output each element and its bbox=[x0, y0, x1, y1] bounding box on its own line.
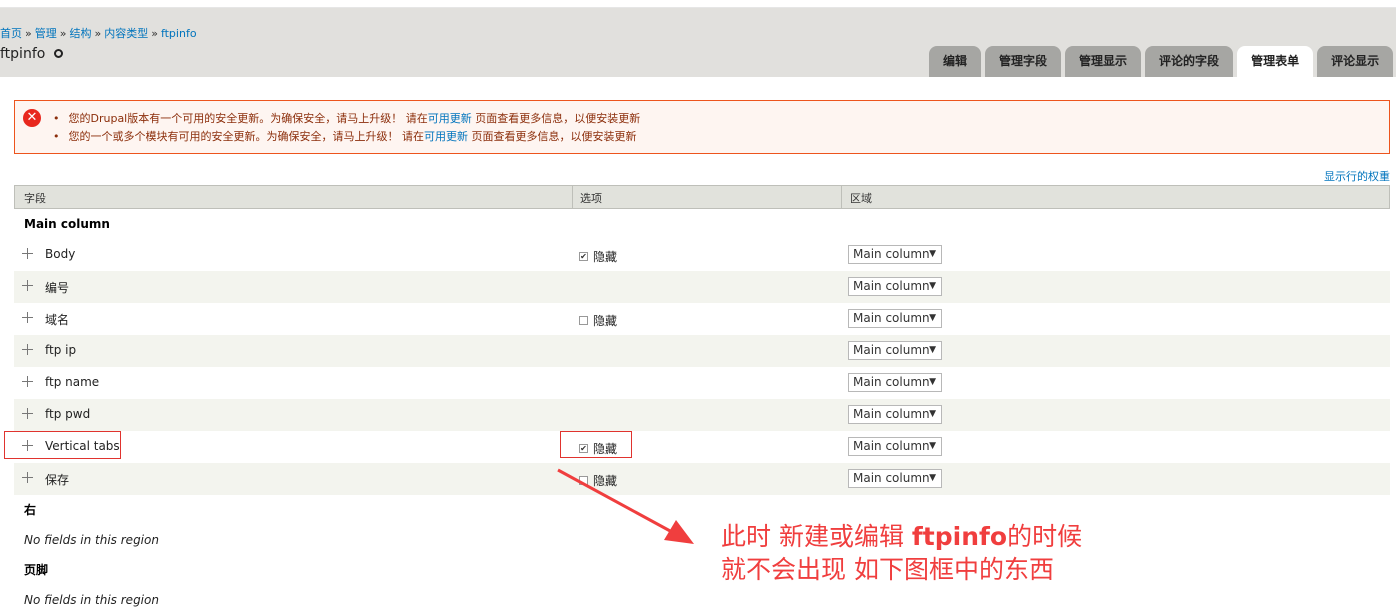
arrow-head bbox=[664, 520, 694, 544]
annotation-segment: 的时候 bbox=[1007, 522, 1083, 551]
annotation-line-1: 此时 新建或编辑 ftpinfo的时候 bbox=[721, 520, 1082, 553]
arrow-shaft bbox=[557, 468, 673, 534]
annotation-text: 此时 新建或编辑 ftpinfo的时候 就不会出现 如下图框中的东西 bbox=[721, 520, 1082, 586]
annotation-segment: ftpinfo bbox=[911, 522, 1008, 551]
annotation-line-2: 就不会出现 如下图框中的东西 bbox=[721, 555, 1054, 584]
annotation-arrow-icon bbox=[557, 468, 694, 544]
annotation-segment: 此时 新建或编辑 bbox=[721, 522, 912, 551]
